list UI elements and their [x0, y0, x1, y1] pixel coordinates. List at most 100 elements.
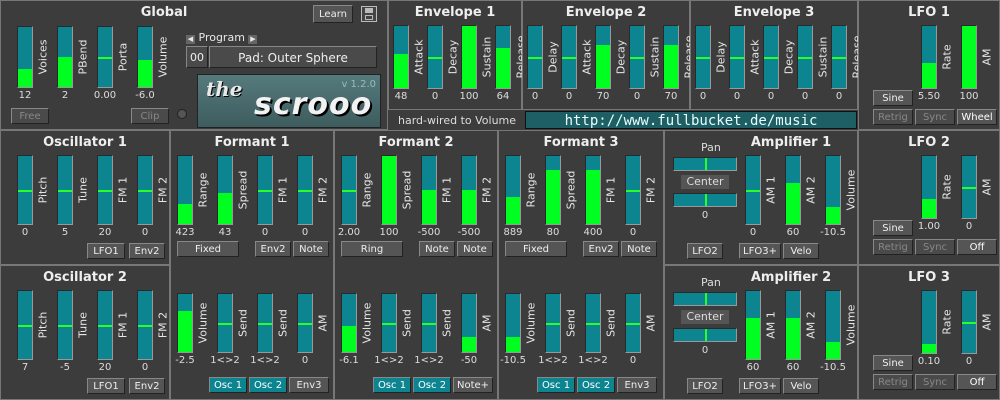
- lfo-sync-button[interactable]: Sync: [915, 109, 955, 125]
- amp-mod-button[interactable]: LFO2: [687, 378, 723, 394]
- formant-note-button[interactable]: Note: [293, 241, 329, 257]
- free-button[interactable]: Free: [11, 108, 49, 124]
- lfo-retrig-button[interactable]: Retrig: [873, 374, 913, 390]
- pan-slider[interactable]: [673, 157, 737, 171]
- floppy-disk-icon[interactable]: [361, 6, 377, 22]
- width-slider[interactable]: [673, 193, 737, 207]
- amp-velo-button[interactable]: Velo: [783, 243, 819, 259]
- slider-fm-2[interactable]: [297, 155, 313, 225]
- slider-volume[interactable]: [137, 26, 153, 88]
- slider-spread[interactable]: [217, 155, 233, 225]
- program-next-icon[interactable]: ▶: [248, 35, 258, 44]
- slider-range[interactable]: [505, 155, 521, 225]
- slider-am-1[interactable]: [745, 155, 761, 225]
- formant-mode-button[interactable]: Ring: [341, 241, 403, 257]
- slider-fm-1[interactable]: [421, 155, 437, 225]
- slider-volume[interactable]: [341, 293, 357, 353]
- slider-am-2[interactable]: [785, 290, 801, 360]
- lfo-wave-button[interactable]: Sine: [873, 90, 913, 106]
- route-osc1-button[interactable]: Osc 1: [209, 377, 247, 393]
- clip-button[interactable]: Clip: [131, 108, 169, 124]
- slider-fm-1[interactable]: [97, 155, 113, 225]
- formant-mod-button[interactable]: Env2: [583, 241, 619, 257]
- slider-attack[interactable]: [729, 25, 745, 89]
- slider-volume[interactable]: [825, 155, 841, 225]
- slider-release[interactable]: [831, 25, 847, 89]
- slider-attack[interactable]: [393, 25, 409, 89]
- slider-tune[interactable]: [57, 290, 73, 360]
- slider-send[interactable]: [421, 293, 437, 353]
- slider-sustain[interactable]: [629, 25, 645, 89]
- lfo-mod-source-button[interactable]: Wheel: [957, 109, 997, 125]
- osc-mod-button[interactable]: LFO1: [87, 378, 125, 394]
- slider-delay[interactable]: [695, 25, 711, 89]
- slider-send[interactable]: [217, 293, 233, 353]
- slider-release[interactable]: [663, 25, 679, 89]
- slider-rate[interactable]: [921, 25, 937, 89]
- formant-note-button[interactable]: Note: [457, 241, 493, 257]
- program-prev-icon[interactable]: ◀: [186, 35, 195, 44]
- route-osc1-button[interactable]: Osc 1: [373, 377, 411, 393]
- slider-fm-2[interactable]: [137, 290, 153, 360]
- slider-pitch[interactable]: [17, 290, 33, 360]
- slider-am-2[interactable]: [785, 155, 801, 225]
- formant-note-button[interactable]: Note: [621, 241, 657, 257]
- program-number[interactable]: 00: [186, 46, 208, 68]
- slider-am[interactable]: [961, 290, 977, 354]
- formant-mode-button[interactable]: Fixed: [177, 241, 239, 257]
- route-osc1-button[interactable]: Osc 1: [537, 377, 575, 393]
- slider-am-1[interactable]: [745, 290, 761, 360]
- route-mod-button[interactable]: Note+: [453, 377, 493, 393]
- slider-decay[interactable]: [595, 25, 611, 89]
- amp-mod2-button[interactable]: LFO3+: [739, 378, 781, 394]
- osc-env-button[interactable]: Env2: [129, 378, 165, 394]
- slider-am[interactable]: [961, 155, 977, 219]
- formant-mode-button[interactable]: Fixed: [505, 241, 567, 257]
- pan-slider[interactable]: [673, 292, 737, 306]
- program-name[interactable]: Pad: Outer Sphere: [209, 46, 377, 68]
- lfo-wave-button[interactable]: Sine: [873, 220, 913, 236]
- slider-volume[interactable]: [825, 290, 841, 360]
- route-osc2-button[interactable]: Osc 2: [577, 377, 615, 393]
- slider-spread[interactable]: [381, 155, 397, 225]
- lfo-mod-source-button[interactable]: Off: [957, 239, 997, 255]
- slider-volume[interactable]: [177, 293, 193, 353]
- slider-voices[interactable]: [17, 26, 33, 88]
- slider-release[interactable]: [495, 25, 511, 89]
- learn-button[interactable]: Learn: [313, 5, 353, 23]
- slider-fm-2[interactable]: [625, 155, 641, 225]
- lfo-sync-button[interactable]: Sync: [915, 239, 955, 255]
- osc-mod-button[interactable]: LFO1: [87, 243, 125, 259]
- slider-range[interactable]: [177, 155, 193, 225]
- slider-sustain[interactable]: [461, 25, 477, 89]
- slider-decay[interactable]: [763, 25, 779, 89]
- slider-rate[interactable]: [921, 290, 937, 354]
- slider-fm-2[interactable]: [137, 155, 153, 225]
- slider-spread[interactable]: [545, 155, 561, 225]
- slider-am[interactable]: [961, 25, 977, 89]
- slider-sustain[interactable]: [797, 25, 813, 89]
- lfo-retrig-button[interactable]: Retrig: [873, 109, 913, 125]
- route-mod-button[interactable]: Env3: [289, 377, 329, 393]
- route-osc2-button[interactable]: Osc 2: [413, 377, 451, 393]
- amp-mod2-button[interactable]: LFO3+: [739, 243, 781, 259]
- slider-send[interactable]: [585, 293, 601, 353]
- slider-range[interactable]: [341, 155, 357, 225]
- slider-send[interactable]: [381, 293, 397, 353]
- slider-delay[interactable]: [527, 25, 543, 89]
- slider-fm-2[interactable]: [461, 155, 477, 225]
- formant-mod-button[interactable]: Note: [419, 241, 455, 257]
- slider-am[interactable]: [461, 293, 477, 353]
- slider-send[interactable]: [545, 293, 561, 353]
- pan-value[interactable]: Center: [681, 175, 729, 189]
- website-url[interactable]: http://www.fullbucket.de/music: [525, 111, 857, 129]
- amp-velo-button[interactable]: Velo: [783, 378, 819, 394]
- slider-rate[interactable]: [921, 155, 937, 219]
- slider-pitch[interactable]: [17, 155, 33, 225]
- pan-value[interactable]: Center: [681, 310, 729, 324]
- lfo-wave-button[interactable]: Sine: [873, 355, 913, 371]
- slider-attack[interactable]: [561, 25, 577, 89]
- slider-am[interactable]: [297, 293, 313, 353]
- lfo-mod-source-button[interactable]: Off: [957, 374, 997, 390]
- lfo-retrig-button[interactable]: Retrig: [873, 239, 913, 255]
